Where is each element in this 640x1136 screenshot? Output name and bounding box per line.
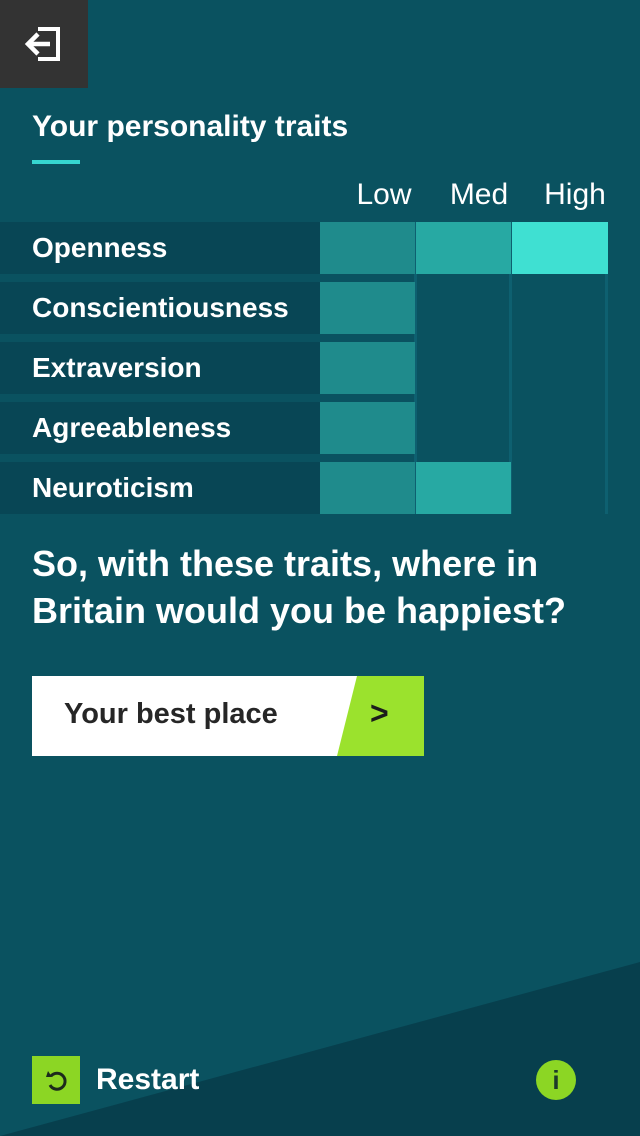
page-title: Your personality traits <box>32 110 349 143</box>
trait-row: Agreeableness <box>0 402 610 454</box>
restart-icon-box <box>32 1056 80 1104</box>
trait-bar-med <box>416 462 511 514</box>
level-label-low: Low <box>356 178 412 211</box>
level-label-med: Med <box>449 178 509 211</box>
trait-row: Extraversion <box>0 342 610 394</box>
trait-bar-low <box>320 462 415 514</box>
trait-name: Openness <box>32 232 168 263</box>
trait-name-cell: Extraversion <box>0 342 320 394</box>
trait-name-cell: Conscientiousness <box>0 282 320 334</box>
restart-icon <box>46 1071 67 1091</box>
trait-name-cell: Neuroticism <box>0 462 320 514</box>
title-underline <box>32 160 80 164</box>
trait-bar-low <box>320 282 415 334</box>
trait-name: Conscientiousness <box>32 292 289 323</box>
trait-bar-low <box>320 222 415 274</box>
restart-button[interactable]: Restart <box>32 1056 199 1104</box>
trait-row: Conscientiousness <box>0 282 610 334</box>
chevron-right-icon: > <box>370 695 389 731</box>
trait-name: Neuroticism <box>32 472 194 503</box>
best-place-button[interactable]: Your best place > <box>32 676 424 756</box>
traits-chart: Openness Conscientiousness Extraversion Agr… <box>0 222 610 514</box>
back-button[interactable] <box>0 0 88 88</box>
trait-bar-med <box>416 222 511 274</box>
trait-name: Agreeableness <box>32 412 232 443</box>
info-icon[interactable]: i <box>536 1060 576 1100</box>
trait-bar-low <box>320 342 415 394</box>
trait-row: Openness <box>0 222 610 274</box>
best-place-label: Your best place <box>64 698 278 730</box>
trait-name-cell: Agreeableness <box>0 402 320 454</box>
trait-row: Neuroticism <box>0 462 610 514</box>
restart-label: Restart <box>96 1063 200 1096</box>
trait-name: Extraversion <box>32 352 202 383</box>
trait-bar-low <box>320 402 415 454</box>
trait-name-cell: Openness <box>0 222 320 274</box>
happiness-question: So, with these traits, where in Britain … <box>32 543 567 631</box>
exit-arrow-icon <box>24 27 60 61</box>
level-label-high: High <box>544 178 606 211</box>
trait-bar-high <box>512 222 608 274</box>
